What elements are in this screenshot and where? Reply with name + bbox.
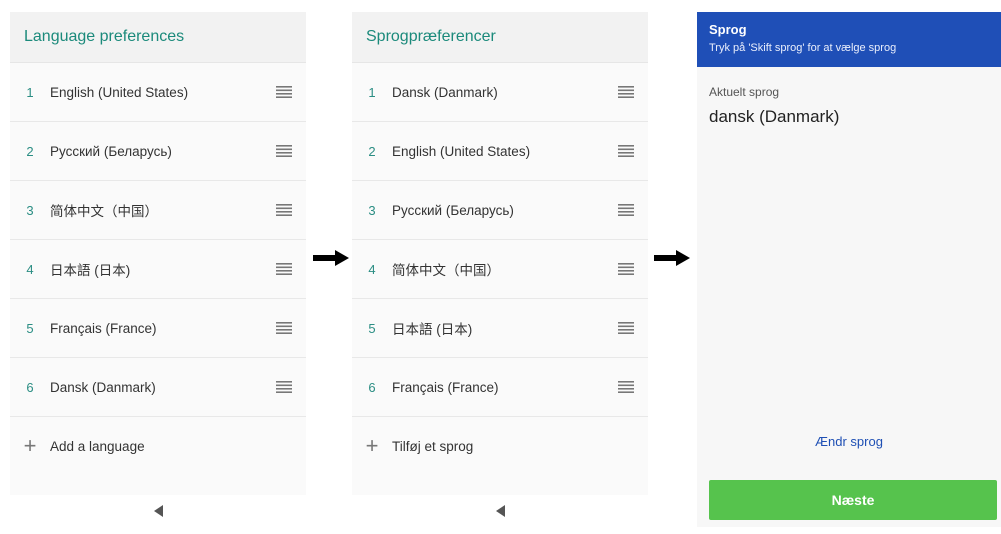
drag-handle-icon[interactable] [262,145,306,157]
add-language-label: Tilføj et sprog [392,438,474,454]
add-language-label: Add a language [50,438,145,454]
item-number: 4 [368,261,376,277]
drag-handle-icon[interactable] [604,381,648,393]
page-subtitle: Tryk på 'Skift sprog' for at vælge sprog [709,42,897,54]
item-number: 1 [26,84,34,100]
item-number: 3 [26,202,34,218]
add-language-button[interactable]: + Tilføj et sprog [352,417,648,475]
item-number: 5 [26,320,34,336]
list-item[interactable]: 5 日本語 (日本) [352,299,648,358]
list-item[interactable]: 1 English (United States) [10,63,306,122]
list-item[interactable]: 6 Français (France) [352,358,648,417]
item-number: 2 [26,143,34,159]
language-name: English (United States) [50,84,189,100]
drag-handle-icon[interactable] [604,322,648,334]
current-language-label: Aktuelt sprog [709,85,780,99]
drag-handle-icon[interactable] [262,322,306,334]
language-name: Français (France) [392,379,499,395]
language-name: 日本語 (日本) [50,263,131,278]
list-item[interactable]: 2 English (United States) [352,122,648,181]
back-icon[interactable] [153,505,163,517]
item-number: 3 [368,202,376,218]
list-item[interactable]: 4 简体中文（中国） [352,240,648,299]
drag-handle-icon[interactable] [262,86,306,98]
navigation-bar [10,495,306,527]
language-name: Français (France) [50,320,157,336]
language-name: Русский (Беларусь) [392,202,514,218]
drag-handle-icon[interactable] [604,204,648,216]
list-item[interactable]: 3 简体中文（中国） [10,181,306,240]
current-language-value: dansk (Danmark) [709,107,840,126]
drag-handle-icon[interactable] [262,204,306,216]
language-name: 简体中文（中国） [392,263,500,278]
plus-icon: + [365,433,379,458]
drag-handle-icon[interactable] [604,86,648,98]
sprogpraeferencer-screen: Sprogpræferencer 1 Dansk (Danmark) 2 Eng… [352,12,648,527]
list-item[interactable]: 4 日本語 (日本) [10,240,306,299]
list-item[interactable]: 2 Русский (Беларусь) [10,122,306,181]
add-language-button[interactable]: + Add a language [10,417,306,475]
screen-header: Language preferences [10,12,306,63]
language-name: English (United States) [392,143,531,159]
page-title: Language preferences [24,28,185,45]
language-name: 简体中文（中国） [50,204,158,219]
drag-handle-icon[interactable] [604,145,648,157]
list-item[interactable]: 6 Dansk (Danmark) [10,358,306,417]
item-number: 6 [368,379,376,395]
list-item[interactable]: 1 Dansk (Danmark) [352,63,648,122]
language-setup-screen: Sprog Tryk på 'Skift sprog' for at vælge… [697,12,1001,527]
item-number: 5 [368,320,376,336]
page-title: Sprog [709,22,747,37]
page-title: Sprogpræferencer [366,28,496,45]
language-name: 日本語 (日本) [392,322,473,337]
screen-header: Sprogpræferencer [352,12,648,63]
navigation-bar [352,495,648,527]
header-banner: Sprog Tryk på 'Skift sprog' for at vælge… [697,12,1001,67]
plus-icon: + [23,433,37,458]
next-button[interactable]: Næste [709,480,997,520]
right-arrow-icon [654,250,690,266]
change-language-link[interactable]: Ændr sprog [697,434,1001,449]
list-item[interactable]: 3 Русский (Беларусь) [352,181,648,240]
language-name: Русский (Беларусь) [50,143,172,159]
language-name: Dansk (Danmark) [50,379,156,395]
drag-handle-icon[interactable] [604,263,648,275]
language-name: Dansk (Danmark) [392,84,498,100]
drag-handle-icon[interactable] [262,381,306,393]
right-arrow-icon [313,250,349,266]
item-number: 1 [368,84,376,100]
drag-handle-icon[interactable] [262,263,306,275]
back-icon[interactable] [495,505,505,517]
language-preferences-screen: Language preferences 1 English (United S… [10,12,306,527]
item-number: 6 [26,379,34,395]
item-number: 4 [26,261,34,277]
list-item[interactable]: 5 Français (France) [10,299,306,358]
language-list: 1 English (United States) 2 Русский (Бел… [10,63,306,475]
language-list: 1 Dansk (Danmark) 2 English (United Stat… [352,63,648,475]
item-number: 2 [368,143,376,159]
